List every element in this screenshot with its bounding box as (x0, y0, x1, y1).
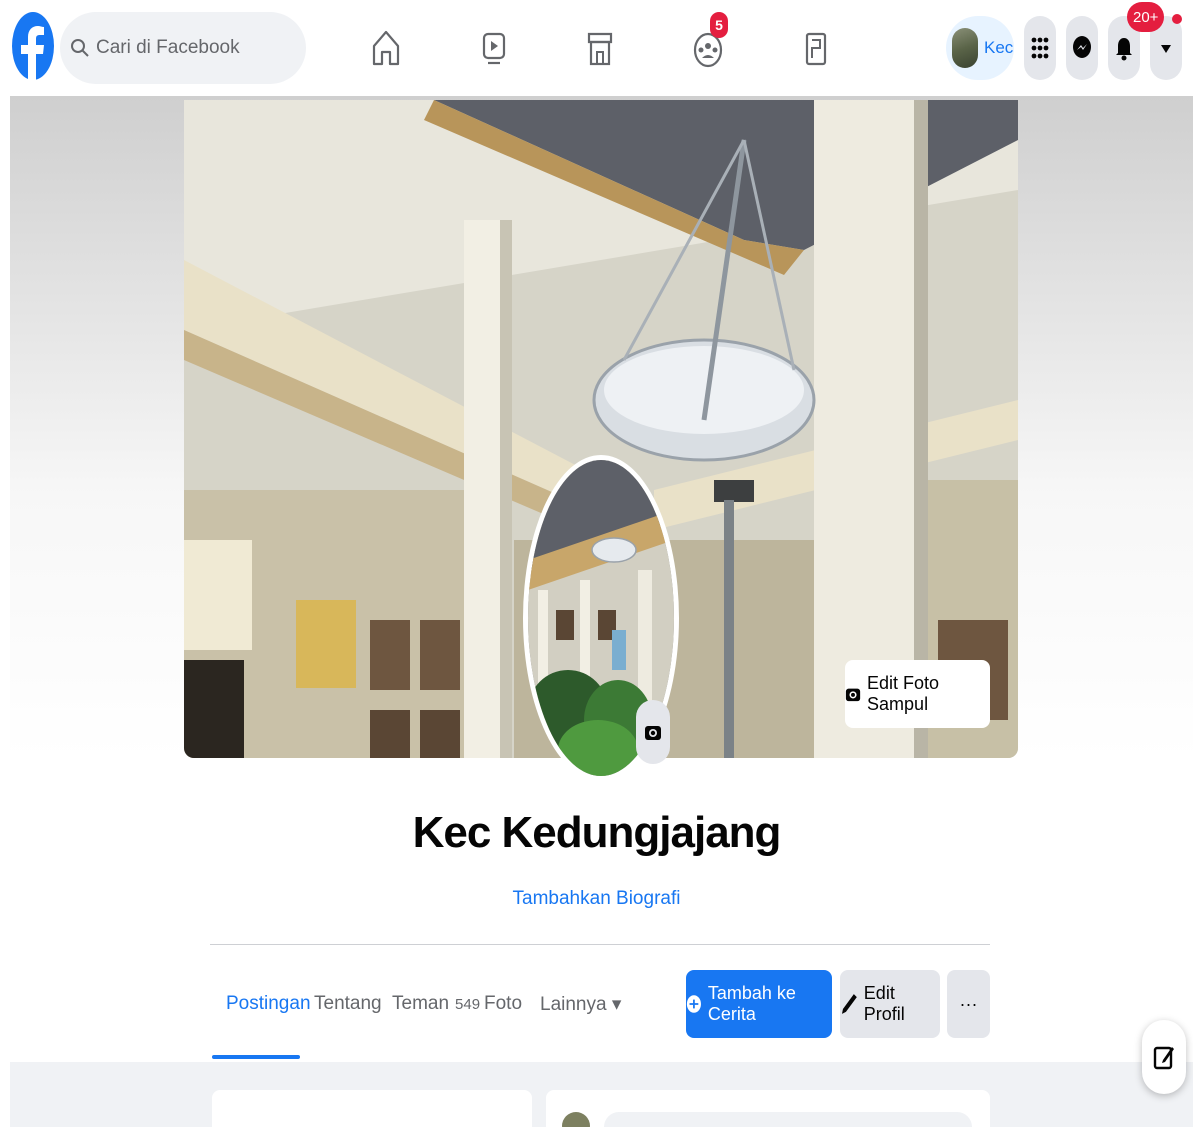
tab-label: Teman (392, 993, 450, 1014)
compose-icon (1153, 1046, 1174, 1070)
search-icon (71, 39, 89, 57)
groups-badge: 5 (710, 12, 728, 38)
tab-friends[interactable]: Teman 549 (392, 970, 480, 1038)
marketplace-icon[interactable] (578, 20, 622, 76)
search-box[interactable] (60, 12, 306, 84)
edit-profile-label: Edit Profil (863, 983, 905, 1024)
facebook-logo-icon[interactable] (12, 10, 54, 82)
active-tab-indicator (212, 1055, 300, 1059)
pencil-icon (841, 994, 857, 1014)
tab-label: Postingan (226, 993, 311, 1014)
tab-about[interactable]: Tentang (314, 970, 382, 1038)
gaming-icon[interactable] (794, 20, 838, 76)
top-navigation-bar: 5 Kec 20+ (0, 0, 1193, 96)
add-bio-link[interactable]: Tambahkan Biografi (0, 888, 1193, 910)
tab-more[interactable]: Lainnya ▾ (540, 970, 621, 1038)
messenger-icon (1073, 36, 1091, 58)
post-composer-card (546, 1090, 990, 1127)
home-icon[interactable] (364, 20, 408, 76)
account-alert-dot (1172, 14, 1182, 24)
tab-label: Lainnya ▾ (540, 993, 622, 1015)
post-composer-input[interactable] (604, 1112, 972, 1127)
edit-cover-button[interactable]: Edit Foto Sampul (845, 660, 990, 728)
divider (210, 944, 990, 945)
more-options-label: ··· (959, 993, 978, 1014)
add-to-story-label: Tambah ke Cerita (707, 983, 796, 1024)
search-input[interactable] (96, 37, 296, 59)
profile-shortcut[interactable]: Kec (946, 16, 1014, 80)
groups-icon[interactable]: 5 (686, 12, 730, 76)
bell-icon (1116, 38, 1132, 61)
avatar (562, 1112, 590, 1127)
watch-icon[interactable] (472, 20, 516, 76)
edit-cover-label: Edit Foto Sampul (867, 673, 940, 714)
page-title: Kec Kedungjajang (412, 808, 782, 857)
menu-grid-button[interactable] (1024, 16, 1056, 80)
edit-profile-button[interactable]: Edit Profil (840, 970, 940, 1038)
tab-posts[interactable]: Postingan (226, 970, 311, 1038)
chevron-down-icon (1161, 45, 1171, 53)
friends-count: 549 (455, 995, 481, 1013)
plus-circle-icon (686, 995, 701, 1013)
new-message-button[interactable] (1142, 1020, 1186, 1094)
intro-card (212, 1090, 532, 1127)
notifications-badge: 20+ (1127, 2, 1165, 32)
tab-photos[interactable]: Foto (484, 970, 522, 1038)
more-options-button[interactable]: ··· (947, 970, 990, 1038)
camera-icon (645, 726, 661, 740)
add-to-story-button[interactable]: Tambah ke Cerita (686, 970, 832, 1038)
avatar (952, 28, 978, 68)
grid-icon (1031, 37, 1049, 59)
tab-label: Foto (484, 993, 523, 1014)
tab-label: Tentang (314, 993, 382, 1014)
camera-icon (845, 688, 861, 702)
messenger-button[interactable] (1066, 16, 1098, 80)
update-profile-picture-button[interactable] (636, 700, 670, 764)
profile-short-name: Kec (984, 38, 1014, 57)
